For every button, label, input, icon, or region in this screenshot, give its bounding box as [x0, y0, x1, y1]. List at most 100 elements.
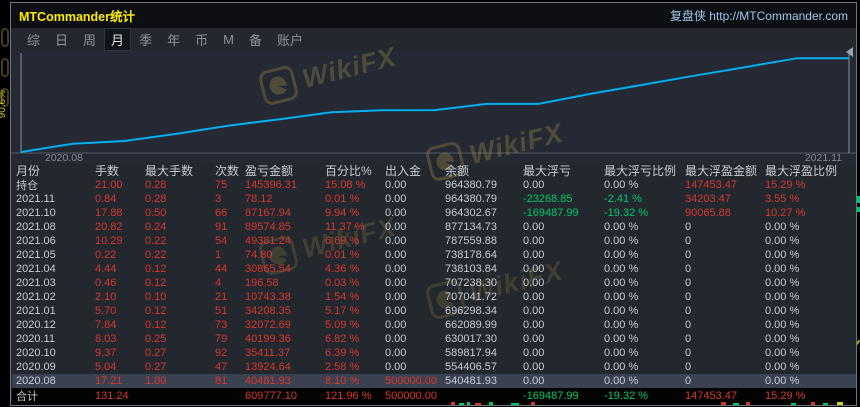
table-cell: 0.01 %: [325, 193, 360, 205]
table-cell: 9.94 %: [325, 207, 360, 219]
menu-item-quarter[interactable]: 季: [133, 29, 158, 50]
table-row[interactable]: 2020.08 17.21 1.00 81 40481.93 8.10 % 500000.0…: [12, 374, 856, 388]
edge-watermark-fragment: [1, 28, 9, 47]
table-cell: 2020.12: [16, 319, 56, 331]
table-cell: 78.12: [245, 193, 273, 205]
column-header[interactable]: 次数: [211, 162, 241, 179]
column-header[interactable]: 最大手数: [141, 162, 211, 179]
menu-item-day[interactable]: 日: [49, 29, 74, 50]
table-cell: 0.00: [523, 291, 545, 303]
table-row[interactable]: 2021.04 4.44 0.12 44 30865.54 4.36 % 0.00 73810…: [12, 262, 856, 276]
table-row[interactable]: 2020.12 7.84 0.12 73 32072.69 5.09 % 0.00 66208…: [12, 318, 856, 332]
table-cell: 0: [685, 333, 692, 345]
table-cell: 4.44: [95, 263, 117, 275]
column-header[interactable]: 最大浮盈金额: [681, 162, 761, 179]
table-cell: 787559.88: [445, 235, 497, 247]
menu-item-month[interactable]: 月: [104, 28, 132, 51]
table-row[interactable]: 2021.03 0.46 0.12 4 196.58 0.03 % 0.00 707238.3…: [12, 276, 856, 290]
table-cell: 89574.85: [245, 221, 291, 233]
table-cell: 0.24: [145, 221, 167, 233]
bottom-strip-artifact: [733, 403, 739, 405]
table-cell: 0.00: [385, 235, 407, 247]
title-bar: MTCommander统计 复盘侠 http://MTCommander.com: [11, 3, 856, 28]
table-cell: 81: [215, 375, 228, 387]
table-cell: 662089.99: [445, 319, 497, 331]
table-cell: 0.00 %: [604, 291, 639, 303]
table-cell: 0.00: [385, 333, 407, 345]
table-cell: 0: [685, 347, 692, 359]
table-cell: 35411.37: [245, 347, 291, 359]
column-header[interactable]: 最大浮亏比例: [600, 162, 681, 179]
table-row[interactable]: 2020.11 8.03 0.25 79 40199.36 6.82 % 0.00 63001…: [12, 332, 856, 346]
table-cell: 0.00 %: [765, 333, 800, 345]
menu-item-m[interactable]: M: [217, 31, 240, 48]
menu-item-note[interactable]: 备: [243, 29, 268, 50]
table-cell: 34203.47: [685, 193, 731, 205]
table-cell: 2020.10: [16, 347, 56, 359]
table-cell: 2021.06: [16, 235, 56, 247]
table-cell: 2021.10: [16, 207, 56, 219]
table-row[interactable]: 2021.05 0.22 0.22 1 74.80 0.01 % 0.00 738178.64…: [12, 248, 856, 262]
column-header[interactable]: 最大浮亏: [519, 162, 600, 179]
table-cell: 0.84: [95, 193, 117, 205]
table-cell: 196.58: [245, 277, 279, 289]
table-cell: 707041.72: [445, 291, 497, 303]
column-header[interactable]: 盈亏金额: [241, 162, 321, 179]
equity-chart: 2020.08 2021.11: [11, 51, 856, 164]
table-row[interactable]: 2021.11 0.84 0.28 3 78.12 0.01 % 0.00 964380.79…: [12, 192, 856, 206]
table-cell: 0.00: [385, 179, 407, 191]
menu-item-week[interactable]: 周: [77, 29, 102, 50]
table-cell: 4: [215, 277, 222, 289]
table-row[interactable]: 2021.10 17.88 0.50 66 87167.94 9.94 % 0.00 9643…: [12, 206, 856, 220]
table-row[interactable]: 2021.01 5.70 0.12 51 34208.35 5.17 % 0.00 69629…: [12, 304, 856, 318]
table-cell: 0.27: [145, 347, 167, 359]
menu-item-currency[interactable]: 币: [189, 29, 214, 50]
table-cell: 964380.79: [445, 179, 497, 191]
table-cell: 持仓: [16, 180, 38, 192]
table-cell: 3.55 %: [765, 193, 800, 205]
table-cell: -169487.99: [523, 207, 579, 219]
table-cell: 0: [685, 249, 692, 261]
table-cell: 10743.38: [245, 291, 291, 303]
table-cell: 5.04: [95, 361, 117, 373]
table-row[interactable]: 持仓 21.00 0.28 75 145396.31 15.08 % 0.00 964380.…: [12, 178, 856, 192]
table-cell: -23268.85: [523, 193, 573, 205]
column-header[interactable]: 出入金: [381, 162, 441, 179]
table-cell: 0: [685, 291, 692, 303]
table-cell: 0.00 %: [765, 221, 800, 233]
table-row[interactable]: 2021.06 10.29 0.22 54 49381.24 6.69 % 0.00 7875…: [12, 234, 856, 248]
vendor-link[interactable]: 复盘侠 http://MTCommander.com: [670, 7, 848, 24]
table-cell: 30865.54: [245, 263, 291, 275]
table-cell: 87167.94: [245, 207, 291, 219]
left-edge-label-clip: 90.6%: [0, 90, 9, 152]
table-cell: 92: [215, 347, 228, 359]
table-header-row: 月份 手数 最大手数 次数 盈亏金额 百分比% 出入金 余额 最大浮亏 最大浮亏比例 最大浮盈金额最…: [12, 163, 856, 178]
menu-item-summary[interactable]: 综: [21, 29, 46, 50]
column-header[interactable]: 手数: [91, 162, 141, 179]
table-cell: 0.28: [145, 179, 167, 191]
table-cell: 0.00 %: [604, 319, 639, 331]
menu-item-year[interactable]: 年: [161, 29, 186, 50]
table-cell: 0.46: [95, 277, 117, 289]
column-header[interactable]: 最大浮盈比例: [761, 162, 856, 179]
bottom-strip-artifact: [531, 402, 535, 405]
table-cell: 40481.93: [245, 375, 291, 387]
table-cell: 15.08 %: [325, 179, 366, 191]
table-cell: 0.00 %: [765, 361, 800, 373]
bottom-strip-artifact: [475, 403, 481, 405]
table-cell: 0.12: [145, 305, 167, 317]
chart-scroll-arrow-icon[interactable]: [846, 47, 853, 57]
table-cell: 0.00 %: [604, 221, 639, 233]
column-header[interactable]: 余额: [441, 162, 519, 179]
table-row[interactable]: 2021.02 2.10 0.10 21 10743.38 1.54 % 0.00 70704…: [12, 290, 856, 304]
table-row[interactable]: 2020.09 5.04 0.27 47 13924.64 2.58 % 0.00 55440…: [12, 360, 856, 374]
table-cell: 66: [215, 207, 228, 219]
column-header[interactable]: 百分比%: [321, 162, 381, 179]
table-row[interactable]: 2020.10 9.37 0.27 92 35411.37 6.39 % 0.00 58981…: [12, 346, 856, 360]
menu-item-account[interactable]: 账户: [271, 29, 309, 50]
table-row[interactable]: 2021.08 20.82 0.24 91 89574.85 11.37 % 0.00 877…: [12, 220, 856, 234]
table-cell: 0.00: [523, 277, 545, 289]
table-cell: 2021.04: [16, 263, 56, 275]
table-cell: 0.00: [385, 347, 407, 359]
table-cell: 0.22: [145, 235, 167, 247]
